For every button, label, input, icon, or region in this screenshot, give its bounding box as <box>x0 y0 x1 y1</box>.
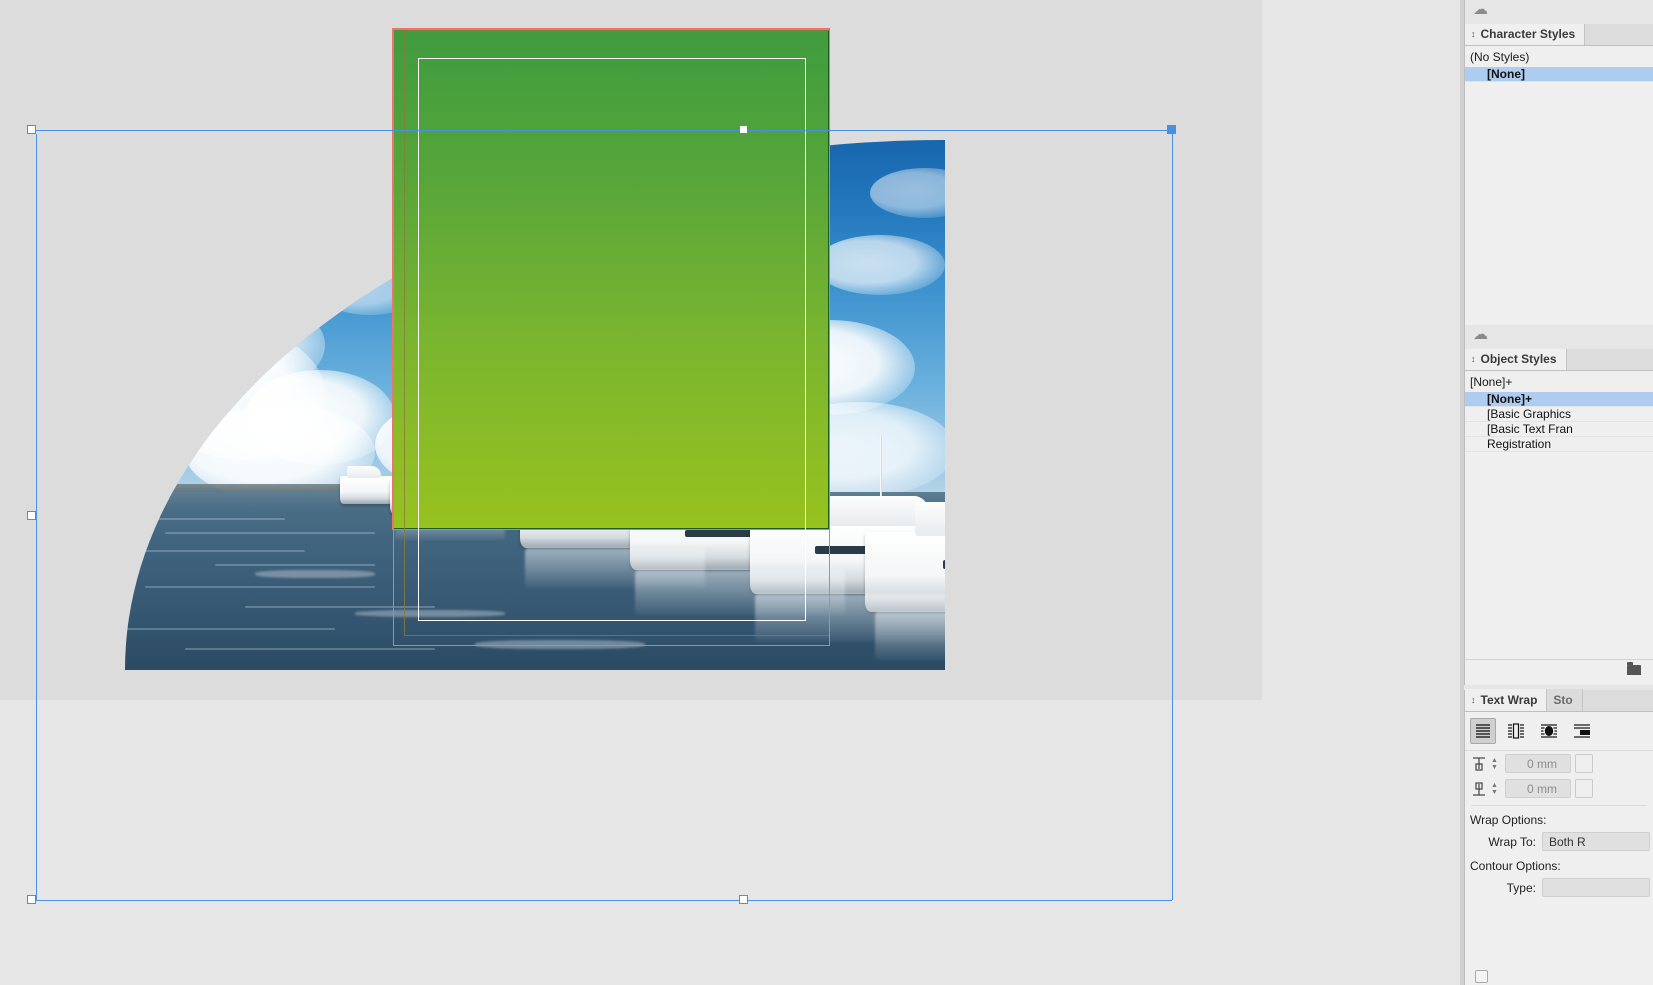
character-style-row-none[interactable]: [None] <box>1465 67 1653 82</box>
object-styles-panel: ☁ ↕ Object Styles [None]+ [None]+ [Basic… <box>1464 325 1653 685</box>
contour-options-label: Contour Options: <box>1470 859 1561 873</box>
top-offset-input[interactable]: 0 mm <box>1505 754 1571 773</box>
tab-object-styles[interactable]: ↕ Object Styles <box>1465 348 1567 370</box>
wrap-to-row: Wrap To: Both R <box>1465 829 1653 854</box>
contour-type-row: Type: <box>1465 875 1653 900</box>
bottom-offset-row: ▲ ▼ 0 mm <box>1465 776 1653 801</box>
panel-collapse-icon[interactable]: ↕ <box>1471 354 1476 364</box>
tab-stroke[interactable]: Sto <box>1547 689 1583 711</box>
new-style-group-icon[interactable] <box>1627 662 1641 675</box>
wrap-options-label: Wrap Options: <box>1470 813 1547 827</box>
selection-handle-top-left[interactable] <box>27 125 36 134</box>
object-style-label: [Basic Text Fran <box>1487 422 1573 436</box>
tab-character-styles-label: Character Styles <box>1480 27 1576 41</box>
object-style-label: Registration <box>1487 437 1552 451</box>
object-styles-body: [None]+ [None]+ [Basic Graphics [Basic T… <box>1465 371 1653 659</box>
panel-cloud-strip-2: ☁ <box>1465 325 1653 349</box>
object-styles-current: [None]+ <box>1465 371 1653 392</box>
document-canvas[interactable] <box>0 0 1460 985</box>
tab-character-styles[interactable]: ↕ Character Styles <box>1465 23 1586 45</box>
wrap-to-label: Wrap To: <box>1488 834 1536 849</box>
character-style-label: [None] <box>1487 67 1525 81</box>
character-styles-body: (No Styles) [None] <box>1465 46 1653 82</box>
object-style-row-none[interactable]: [None]+ <box>1465 392 1653 407</box>
content-grabber-handle[interactable] <box>740 126 747 133</box>
object-style-row-basic-text-frame[interactable]: [Basic Text Fran <box>1465 422 1653 437</box>
text-wrap-tabbar: ↕ Text Wrap Sto <box>1465 689 1653 712</box>
selection-right-edge[interactable] <box>1172 134 1173 900</box>
right-offset-input[interactable] <box>1575 779 1593 798</box>
text-wrap-body: ▲ ▼ 0 mm ▲ ▼ 0 mm Wrap Options: Wrap To:… <box>1465 712 1653 983</box>
cloud-icon: ☁ <box>1473 326 1488 343</box>
wrap-around-object-shape-icon[interactable] <box>1536 718 1562 744</box>
application-window: ☁ ↕ Character Styles (No Styles) [None] … <box>0 0 1653 985</box>
cloud-icon: ☁ <box>1473 1 1488 18</box>
include-inside-edges-checkbox[interactable] <box>1475 970 1488 983</box>
selection-handle-bottom-left[interactable] <box>27 895 36 904</box>
contour-type-label: Type: <box>1506 880 1536 895</box>
panel-cloud-strip-1: ☁ <box>1465 0 1653 24</box>
panel-collapse-icon[interactable]: ↕ <box>1471 695 1476 705</box>
selection-top-edge[interactable] <box>36 130 1172 131</box>
tab-text-wrap[interactable]: ↕ Text Wrap <box>1465 689 1548 711</box>
object-style-row-registration[interactable]: Registration <box>1465 437 1653 452</box>
wrap-around-bounding-box-icon[interactable] <box>1503 718 1529 744</box>
green-gradient-rectangle[interactable] <box>392 28 830 530</box>
text-wrap-panel: ↕ Text Wrap Sto ▲ ▼ 0 mm ▲ ▼ 0 mm Wrap O… <box>1464 689 1653 985</box>
character-styles-panel: ☁ ↕ Character Styles (No Styles) [None] <box>1464 0 1653 325</box>
object-style-label: [None]+ <box>1487 392 1532 406</box>
tab-stroke-label: Sto <box>1553 693 1573 707</box>
bottom-offset-stepper[interactable]: ▲ ▼ <box>1491 782 1501 796</box>
selection-handle-top-right[interactable] <box>1167 125 1176 134</box>
text-wrap-mode-buttons <box>1465 712 1653 751</box>
wrap-to-select[interactable]: Both R <box>1542 832 1650 851</box>
panel-collapse-icon[interactable]: ↕ <box>1471 29 1476 39</box>
bottom-offset-icon <box>1471 780 1487 798</box>
object-styles-footer <box>1465 659 1653 679</box>
selection-handle-middle-left[interactable] <box>27 511 36 520</box>
tab-text-wrap-label: Text Wrap <box>1480 693 1538 707</box>
selection-bottom-edge[interactable] <box>36 900 1172 901</box>
object-styles-tabbar: ↕ Object Styles <box>1465 348 1653 371</box>
character-styles-tabbar: ↕ Character Styles <box>1465 23 1653 46</box>
jump-object-icon[interactable] <box>1569 718 1595 744</box>
contour-type-select[interactable] <box>1542 878 1650 897</box>
no-text-wrap-icon[interactable] <box>1470 718 1496 744</box>
bottom-offset-input[interactable]: 0 mm <box>1505 779 1571 798</box>
tab-object-styles-label: Object Styles <box>1480 352 1557 366</box>
top-offset-row: ▲ ▼ 0 mm <box>1465 751 1653 776</box>
selection-handle-bottom-center[interactable] <box>739 895 748 904</box>
character-styles-current: (No Styles) <box>1465 46 1653 67</box>
right-panel-dock: ☁ ↕ Character Styles (No Styles) [None] … <box>1460 0 1653 985</box>
object-style-label: [Basic Graphics <box>1487 407 1572 421</box>
top-offset-icon <box>1471 755 1487 773</box>
left-offset-input[interactable] <box>1575 754 1593 773</box>
text-wrap-divider <box>1471 805 1647 806</box>
object-style-row-basic-graphics[interactable]: [Basic Graphics <box>1465 407 1653 422</box>
selection-left-edge[interactable] <box>36 134 37 900</box>
top-offset-stepper[interactable]: ▲ ▼ <box>1491 757 1501 771</box>
